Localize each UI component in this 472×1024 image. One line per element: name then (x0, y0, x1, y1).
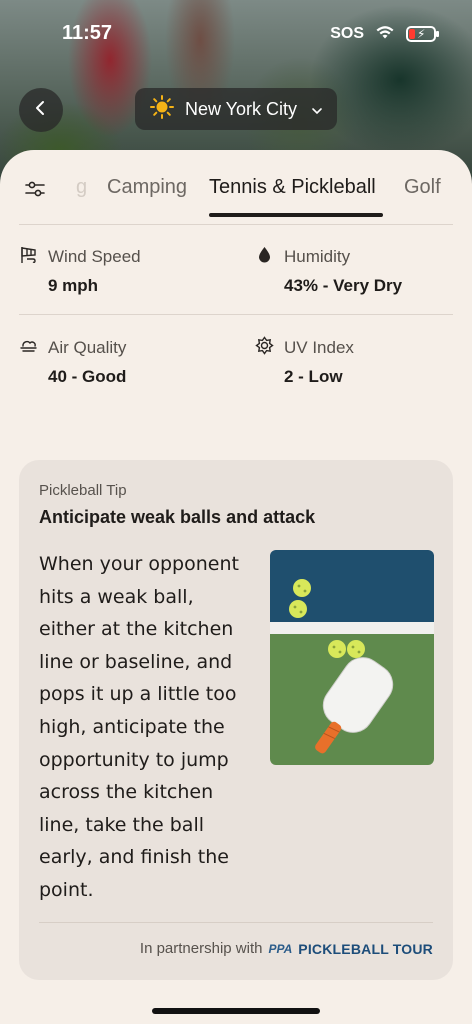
droplet-icon (255, 245, 274, 268)
location-city: New York City (185, 98, 298, 119)
air-quality-value: 40 - Good (48, 367, 127, 386)
tab-tennis-pickleball[interactable]: Tennis & Pickleball (209, 176, 376, 199)
activity-sheet: g Camping Tennis & Pickleball Golf Wind … (0, 150, 472, 1024)
tip-title: Anticipate weak balls and attack (39, 507, 316, 527)
wind-speed-value: 9 mph (48, 276, 99, 295)
sun-outline-icon (255, 336, 274, 359)
back-button[interactable] (19, 88, 63, 132)
tip-eyebrow: Pickleball Tip (39, 482, 127, 499)
tabs-divider (19, 224, 453, 225)
stats-divider (19, 314, 453, 315)
air-quality-label: Air Quality (48, 337, 127, 357)
card-divider (39, 922, 433, 923)
uv-index-label: UV Index (284, 337, 354, 357)
tip-body-line: across the kitchen (39, 781, 214, 804)
pickleball-paddle-balls-image (270, 550, 434, 765)
tip-body-line: point. (39, 878, 94, 901)
windsock-icon (19, 245, 38, 268)
pickleball-tour-logo-text: PICKLEBALL TOUR (298, 940, 433, 957)
wifi-icon (374, 24, 396, 44)
tip-body-line: line or baseline, and (39, 650, 233, 673)
home-indicator[interactable] (152, 1008, 320, 1014)
status-indicators: SOS ⚡ (330, 24, 439, 44)
chevron-down-icon (311, 100, 323, 119)
humidity-label: Humidity (284, 246, 351, 266)
activity-tabs: g Camping Tennis & Pickleball Golf (0, 174, 472, 218)
partnership-credit: In partnership with PPA PICKLEBALL TOUR (140, 940, 433, 957)
humidity-value: 43% - Very Dry (284, 276, 403, 295)
uv-index-value: 2 - Low (284, 367, 343, 386)
sun-icon (149, 94, 175, 124)
location-selector[interactable]: New York City (135, 88, 337, 130)
humidity-stat: Humidity 43% - Very Dry (255, 245, 402, 296)
tip-body-line: line, take the ball (39, 813, 204, 836)
partnership-text: In partnership with (139, 940, 263, 957)
sliders-icon[interactable] (24, 178, 46, 204)
tip-body: When your opponent hits a weak ball, eit… (39, 548, 257, 907)
uv-index-stat: UV Index 2 - Low (255, 336, 354, 387)
tab-golf[interactable]: Golf (404, 176, 441, 199)
chevron-left-icon (34, 100, 48, 120)
tip-body-line: opportunity to jump (39, 748, 229, 771)
tip-body-line: early, and finish the (39, 846, 229, 869)
air-quality-stat: Air Quality 40 - Good (19, 336, 126, 387)
pickleball-tip-card: Pickleball Tip Anticipate weak balls and… (19, 460, 453, 980)
wind-speed-stat: Wind Speed 9 mph (19, 245, 141, 296)
tip-body-line: pops it up a little too (39, 683, 237, 706)
tab-camping[interactable]: Camping (107, 176, 187, 199)
status-bar: 11:57 SOS ⚡ (0, 0, 472, 70)
active-tab-indicator (209, 213, 383, 217)
tab-truncated[interactable]: g (76, 176, 87, 199)
ppa-logo-mark: PPA (268, 941, 293, 956)
battery-charging-icon: ⚡ (406, 26, 439, 42)
tip-body-line: high, anticipate the (39, 715, 225, 738)
wind-speed-label: Wind Speed (48, 246, 141, 266)
haze-icon (19, 336, 38, 359)
status-time: 11:57 (62, 22, 113, 44)
tip-body-line: either at the kitchen (39, 618, 234, 641)
carrier-label: SOS (330, 25, 364, 42)
tip-body-line: When your opponent (39, 553, 239, 575)
tip-body-line: hits a weak ball, (39, 585, 194, 608)
